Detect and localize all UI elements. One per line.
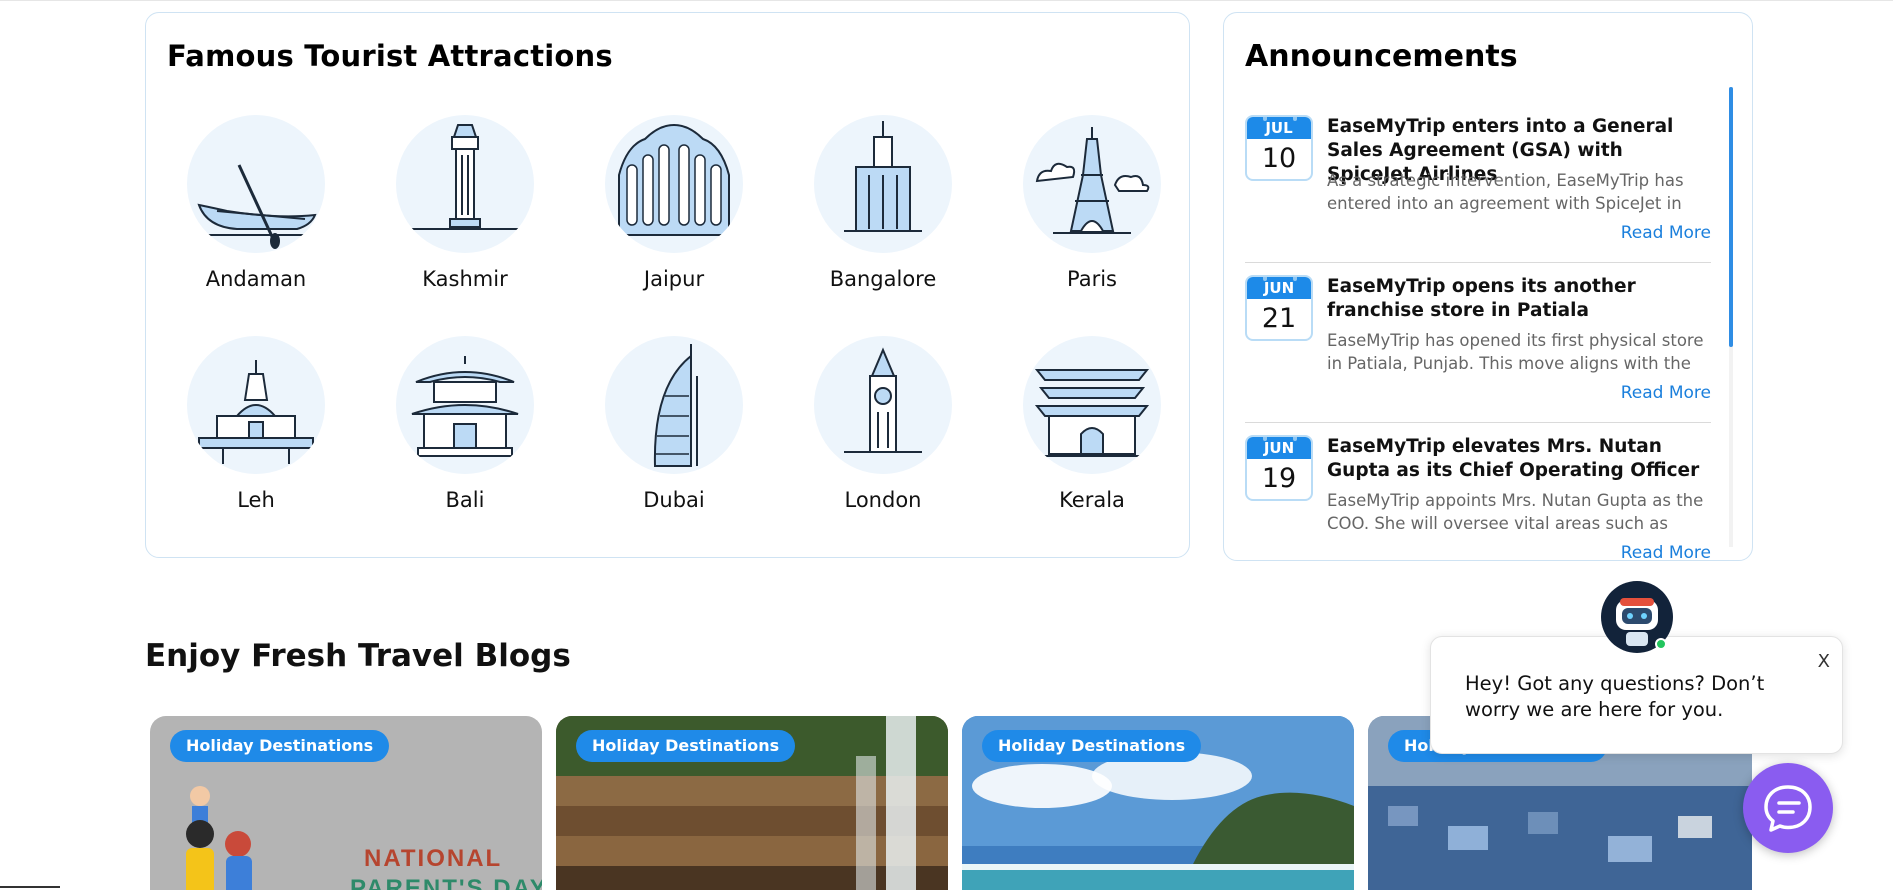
blog-category-badge: Holiday Destinations xyxy=(982,730,1202,762)
attraction-label: Paris xyxy=(1067,267,1117,291)
top-divider xyxy=(0,0,1893,1)
attraction-label: Leh xyxy=(237,488,275,512)
blog-image-text-1: NATIONAL xyxy=(364,845,502,872)
attraction-kerala[interactable]: Kerala xyxy=(1002,336,1182,512)
announcements-scrollbar-thumb[interactable] xyxy=(1729,87,1733,347)
announcement-title: EaseMyTrip elevates Mrs. Nutan Gupta as … xyxy=(1327,436,1700,481)
skyscraper-icon xyxy=(814,115,952,253)
blog-card[interactable]: Holiday Destinations xyxy=(556,716,948,890)
attraction-label: Andaman xyxy=(205,267,307,291)
announcement-text: As a strategic intervention, EaseMyTrip … xyxy=(1327,171,1684,213)
blog-image-text-2: PARENT'S DAY xyxy=(350,875,542,890)
blog-card[interactable]: Holiday Destinations xyxy=(962,716,1354,890)
calendar-day: 10 xyxy=(1261,143,1297,174)
chat-message: Hey! Got any questions? Don’t worry we a… xyxy=(1465,672,1765,721)
read-more-link[interactable]: Read More xyxy=(1621,543,1711,560)
read-more-link[interactable]: Read More xyxy=(1621,223,1711,243)
announcements-card: Announcements JUL 10 EaseMyTrip enters i… xyxy=(1223,12,1753,561)
eiffel-tower-icon xyxy=(1023,115,1161,253)
announcement-item: JUN 19 EaseMyTrip elevates Mrs. Nutan Gu… xyxy=(1245,423,1711,560)
calendar-month: JUN xyxy=(1247,277,1311,299)
announcement-item: JUL 10 EaseMyTrip enters into a General … xyxy=(1245,103,1711,263)
chat-icon xyxy=(1764,785,1812,832)
attraction-leh[interactable]: Leh xyxy=(166,336,346,512)
blog-card[interactable]: NATIONAL PARENT'S DAY Holiday Destinatio… xyxy=(150,716,542,890)
clock-tower-icon xyxy=(396,115,534,253)
temple-icon xyxy=(1023,336,1161,474)
chatbot-avatar-icon xyxy=(1600,580,1674,654)
attraction-label: Bangalore xyxy=(829,267,937,291)
attraction-label: Bali xyxy=(445,488,485,512)
attraction-label: Kashmir xyxy=(422,267,508,291)
calendar-month: JUL xyxy=(1247,117,1311,139)
announcements-title: Announcements xyxy=(1245,39,1518,74)
hawa-mahal-icon xyxy=(605,115,743,253)
attraction-bali[interactable]: Bali xyxy=(375,336,555,512)
boat-icon xyxy=(187,115,325,253)
calendar-month: JUN xyxy=(1247,437,1311,459)
chat-open-button[interactable] xyxy=(1743,763,1833,853)
attraction-label: Kerala xyxy=(1059,488,1125,512)
calendar-day: 21 xyxy=(1261,303,1297,334)
calendar-day: 19 xyxy=(1261,463,1297,494)
calendar-icon: JUN 21 xyxy=(1245,275,1313,341)
attraction-paris[interactable]: Paris xyxy=(1002,115,1182,291)
attraction-kashmir[interactable]: Kashmir xyxy=(375,115,555,291)
burj-al-arab-icon xyxy=(605,336,743,474)
attraction-dubai[interactable]: Dubai xyxy=(584,336,764,512)
attraction-london[interactable]: London xyxy=(793,336,973,512)
attractions-card: Famous Tourist Attractions Andaman Kashm… xyxy=(145,12,1190,558)
chat-close-button[interactable]: X xyxy=(1818,651,1830,672)
attraction-label: Dubai xyxy=(643,488,705,512)
blogs-title: Enjoy Fresh Travel Blogs xyxy=(145,638,571,674)
announcement-title: EaseMyTrip opens its another franchise s… xyxy=(1327,276,1636,321)
stupa-icon xyxy=(187,336,325,474)
announcement-item: JUN 21 EaseMyTrip opens its another fran… xyxy=(1245,263,1711,423)
bottom-divider xyxy=(0,886,60,888)
attraction-jaipur[interactable]: Jaipur xyxy=(584,115,764,291)
blog-category-badge: Holiday Destinations xyxy=(170,730,390,762)
calendar-icon: JUL 10 xyxy=(1245,115,1313,181)
attraction-bangalore[interactable]: Bangalore xyxy=(793,115,973,291)
attractions-title: Famous Tourist Attractions xyxy=(167,39,613,73)
blog-category-badge: Holiday Destinations xyxy=(576,730,796,762)
attraction-label: London xyxy=(844,488,922,512)
attraction-andaman[interactable]: Andaman xyxy=(166,115,346,291)
announcement-text: EaseMyTrip appoints Mrs. Nutan Gupta as … xyxy=(1327,491,1704,533)
pagoda-icon xyxy=(396,336,534,474)
calendar-icon: JUN 19 xyxy=(1245,435,1313,501)
big-ben-icon xyxy=(814,336,952,474)
attraction-label: Jaipur xyxy=(643,267,705,291)
read-more-link[interactable]: Read More xyxy=(1621,383,1711,403)
announcement-text: EaseMyTrip has opened its first physical… xyxy=(1327,331,1704,373)
